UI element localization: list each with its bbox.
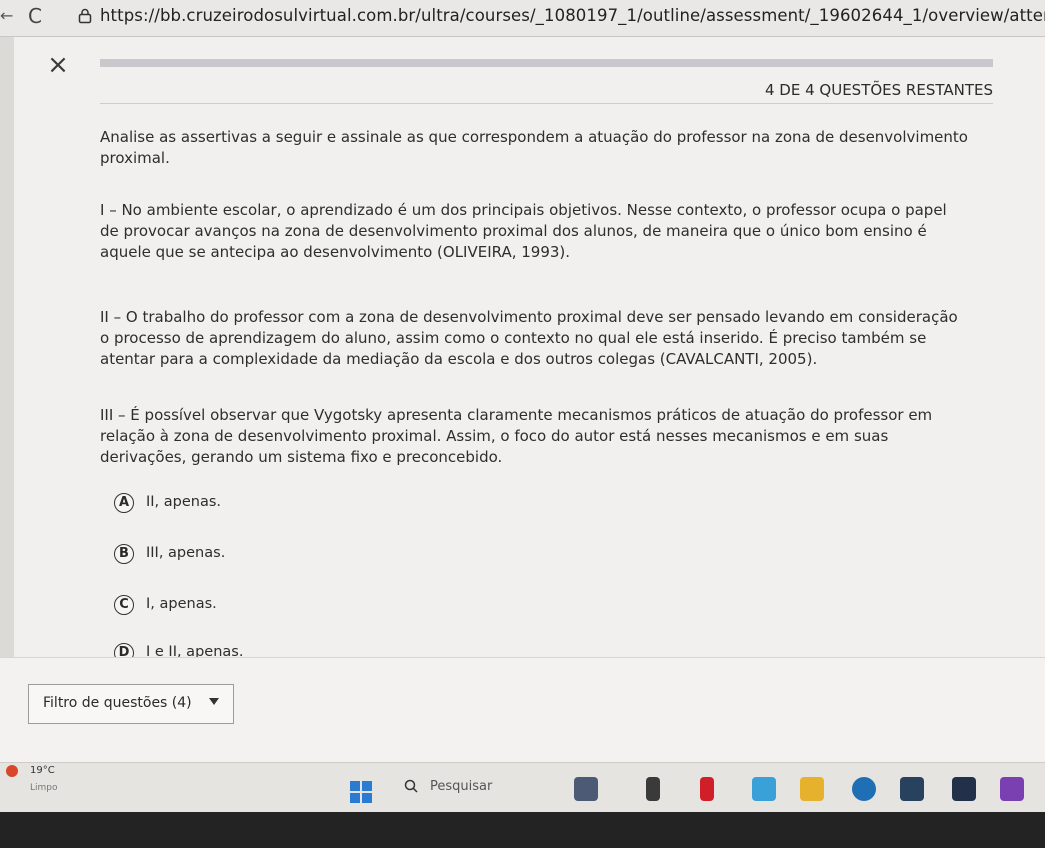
temperature: 19°C bbox=[30, 765, 55, 776]
lock-icon bbox=[78, 8, 92, 24]
address-bar[interactable]: https://bb.cruzeirodosulvirtual.com.br/u… bbox=[100, 6, 1045, 28]
caret-down-icon bbox=[209, 698, 219, 705]
weather-icon[interactable] bbox=[6, 765, 18, 777]
back-icon[interactable]: ← bbox=[0, 6, 18, 28]
netflix-icon[interactable] bbox=[700, 777, 714, 801]
option-letter: C bbox=[114, 595, 134, 615]
statement-2: II – O trabalho do professor com a zona … bbox=[100, 308, 958, 368]
questions-remaining: 4 DE 4 QUESTÕES RESTANTES bbox=[764, 81, 993, 99]
divider bbox=[100, 103, 993, 104]
calendar-icon[interactable] bbox=[852, 777, 876, 801]
statement-1: I – No ambiente escolar, o aprendizado é… bbox=[100, 201, 947, 261]
option-text: III, apenas. bbox=[146, 545, 226, 561]
search-icon[interactable] bbox=[404, 779, 418, 793]
statement-3: III – É possível observar que Vygotsky a… bbox=[100, 406, 933, 466]
progress-bar bbox=[100, 59, 993, 67]
weather-description: Limpo bbox=[30, 783, 58, 793]
option-text: I, apenas. bbox=[146, 596, 217, 612]
start-icon[interactable] bbox=[350, 781, 372, 803]
taskbar: 19°C Limpo Pesquisar bbox=[0, 762, 1045, 813]
app-icon[interactable] bbox=[952, 777, 976, 801]
widgets-icon[interactable] bbox=[574, 777, 598, 801]
taskbar-search[interactable]: Pesquisar bbox=[430, 779, 492, 794]
option-letter: B bbox=[114, 544, 134, 564]
sidebar-strip bbox=[0, 37, 14, 657]
edge-icon[interactable] bbox=[752, 777, 776, 801]
store-icon[interactable] bbox=[900, 777, 924, 801]
option-text: II, apenas. bbox=[146, 494, 222, 510]
chrome-icon[interactable] bbox=[800, 777, 824, 801]
browser-toolbar: ← C https://bb.cruzeirodosulvirtual.com.… bbox=[0, 0, 1045, 37]
file-explorer-icon[interactable] bbox=[646, 777, 660, 801]
question-prompt: Analise as assertivas a seguir e assinal… bbox=[100, 128, 968, 167]
option-letter: A bbox=[114, 493, 134, 513]
bottom-bezel bbox=[0, 812, 1045, 848]
shield-icon[interactable] bbox=[1000, 777, 1024, 801]
question-filter-bar: Filtro de questões (4) bbox=[0, 657, 1045, 763]
reload-icon[interactable]: C bbox=[28, 4, 52, 28]
filter-label: Filtro de questões (4) bbox=[43, 695, 192, 711]
assessment-page: × 4 DE 4 QUESTÕES RESTANTES Analise as a… bbox=[0, 37, 1045, 763]
close-icon[interactable]: × bbox=[45, 52, 71, 78]
question-filter-dropdown[interactable]: Filtro de questões (4) bbox=[28, 684, 234, 724]
